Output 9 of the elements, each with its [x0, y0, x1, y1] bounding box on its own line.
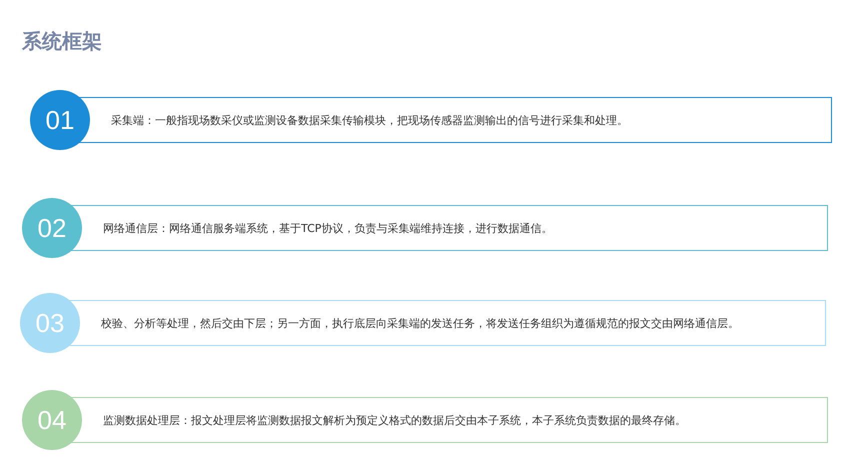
step-description: 校验、分析等处理，然后交由下层；另一方面，执行底层向采集端的发送任务，将发送任务组织为遵循规范的报文交由网络通信层。 — [101, 316, 739, 330]
step-number: 02 — [22, 198, 82, 258]
step-number: 04 — [22, 390, 82, 450]
section-title: 系统框架 — [22, 28, 103, 54]
step-description: 采集端：一般指现场数采仪或监测设备数据采集传输模块，把现场传感器监测输出的信号进行采集和处理。 — [111, 112, 628, 128]
step-number: 01 — [30, 90, 90, 150]
step-number: 03 — [20, 293, 80, 353]
step-description: 监测数据处理层：报文处理层将监测数据报文解析为预定义格式的数据后交由本子系统，本子系统负责数据的最终存储。 — [103, 412, 686, 428]
step-description: 网络通信层：网络通信服务端系统，基于TCP协议，负责与采集端维持连接，进行数据通信。 — [103, 220, 552, 236]
